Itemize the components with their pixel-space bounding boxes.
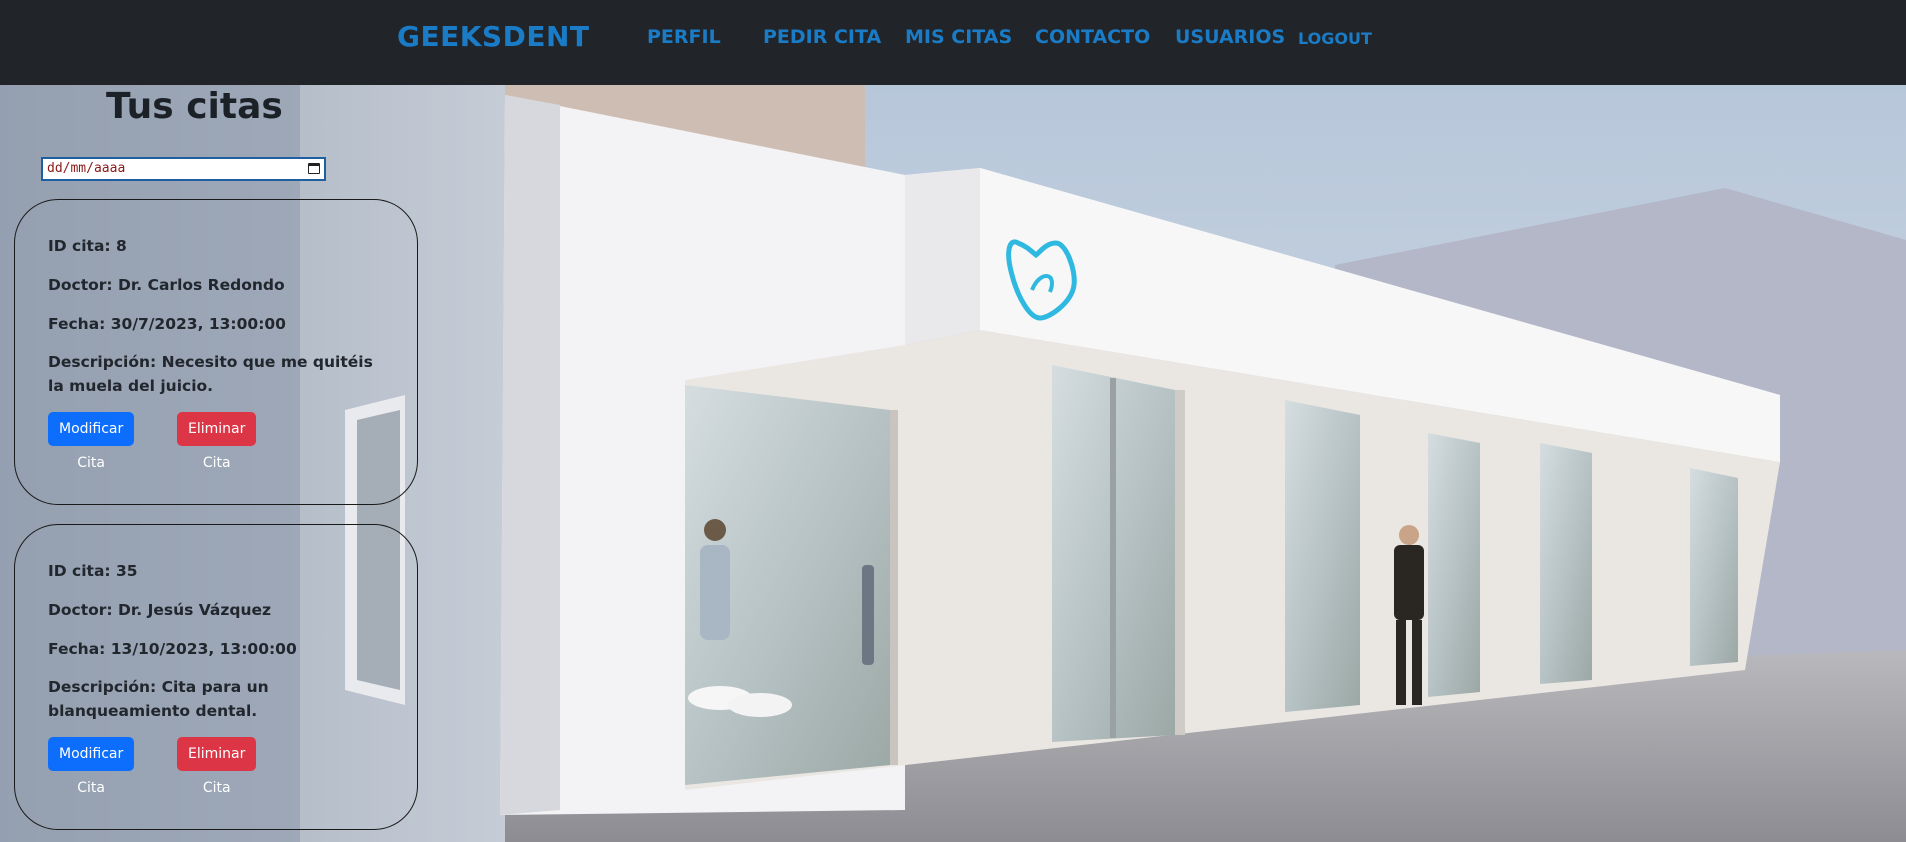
appointment-description: Descripción: Cita para un blanqueamiento…: [48, 678, 269, 720]
edit-appointment-button[interactable]: Modificar Cita: [48, 412, 135, 471]
appointment-doctor: Doctor: Dr. Carlos Redondo: [48, 276, 285, 294]
nav-link-pedir-cita[interactable]: PEDIR CITA: [763, 26, 881, 48]
delete-appointment-button[interactable]: Eliminar Cita: [177, 737, 257, 796]
page-title: Tus citas: [106, 86, 283, 127]
appointment-card: ID cita: 35 Doctor: Dr. Jesús Vázquez Fe…: [14, 524, 418, 830]
delete-appointment-button[interactable]: Eliminar Cita: [177, 412, 257, 471]
nav-link-usuarios[interactable]: USUARIOS: [1175, 26, 1285, 48]
appointment-date: Fecha: 30/7/2023, 13:00:00: [48, 315, 286, 333]
brand-logo[interactable]: GEEKSDENT: [397, 20, 590, 53]
navbar: GEEKSDENT PERFIL PEDIR CITA MIS CITAS CO…: [0, 0, 1906, 86]
appointment-doctor: Doctor: Dr. Jesús Vázquez: [48, 601, 272, 619]
nav-link-logout[interactable]: LOGOUT: [1298, 29, 1372, 48]
edit-appointment-button[interactable]: Modificar Cita: [48, 737, 135, 796]
appointment-card: ID cita: 8 Doctor: Dr. Carlos Redondo Fe…: [14, 199, 418, 505]
appointment-id: ID cita: 8: [48, 237, 127, 255]
date-filter-input[interactable]: dd/mm/aaaa: [41, 157, 326, 181]
calendar-icon[interactable]: [308, 163, 320, 174]
appointment-date: Fecha: 13/10/2023, 13:00:00: [48, 640, 297, 658]
nav-link-contacto[interactable]: CONTACTO: [1035, 26, 1150, 48]
appointment-description: Descripción: Necesito que me quitéis la …: [48, 353, 373, 395]
appointment-id: ID cita: 35: [48, 562, 138, 580]
nav-link-perfil[interactable]: PERFIL: [647, 26, 721, 48]
nav-link-mis-citas[interactable]: MIS CITAS: [905, 26, 1012, 48]
date-filter-placeholder: dd/mm/aaaa: [47, 161, 126, 176]
